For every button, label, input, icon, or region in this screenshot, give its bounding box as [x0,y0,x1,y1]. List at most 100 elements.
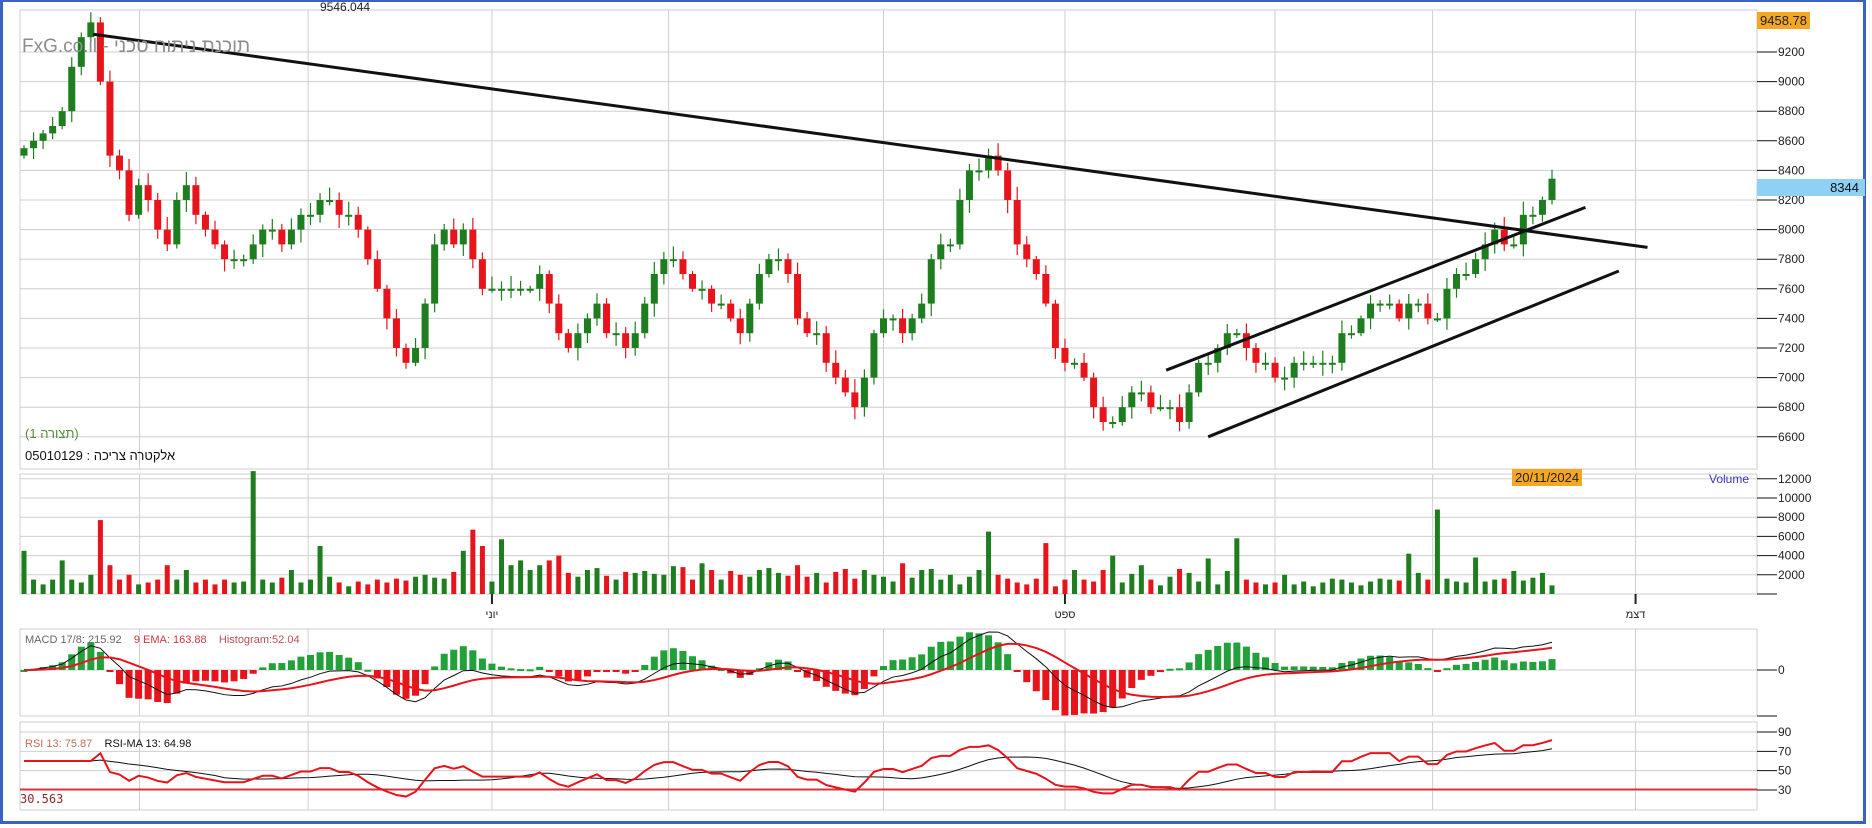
candle-up [908,318,916,334]
volume-bar [966,576,972,594]
candle-up [1347,333,1355,336]
month-label: ספט [1054,609,1075,621]
macd-histogram-bar [679,650,687,670]
instrument-code: 05010129 [25,448,83,463]
candle-up [173,200,181,245]
volume-bar [269,582,275,594]
chart-canvas[interactable]: יוני ספט דצמ920090008800860084008200800078… [0,0,1872,828]
candle-up [1510,244,1518,247]
macd-histogram-bar [985,635,993,670]
volume-bar [441,578,447,594]
volume-tick-label: 2000 [1778,568,1805,582]
volume-bar [546,560,552,594]
volume-bar [900,563,906,594]
candle-up [412,348,420,363]
candle-up [956,200,964,245]
macd-histogram-bar [307,654,314,670]
candle-up [755,274,763,304]
price-tick-label: 7400 [1778,311,1805,325]
rsi-tick-label: 90 [1778,725,1792,739]
macd-histogram-bar [1023,670,1031,683]
candle-up [946,244,954,247]
volume-bar [1177,569,1183,594]
macd-histogram-bar [1462,663,1470,670]
macd-histogram-bar [1166,668,1174,671]
candle-down [803,318,811,334]
price-tick-label: 7800 [1778,252,1805,266]
candle-up [1433,318,1441,321]
candle-down [402,348,410,363]
candle-up [1204,362,1212,365]
price-tick-label: 9000 [1778,75,1805,89]
volume-tick-label: 12000 [1778,472,1812,486]
volume-bar [852,578,858,594]
volume-bar [107,565,113,594]
candle-up [918,303,926,319]
macd-histogram-bar [1548,659,1556,670]
histogram-value: Histogram:52.04 [218,634,300,646]
macd-histogram-bar [631,670,639,672]
candle-up [1386,303,1394,306]
macd-histogram-bar [96,651,104,670]
macd-histogram-bar [268,663,276,670]
candle-up [230,259,238,262]
macd-histogram-bar [1137,670,1145,680]
volume-bar [155,579,161,594]
macd-histogram-bar [1290,666,1298,670]
volume-bar [298,582,304,594]
candle-up [1367,303,1375,319]
macd-histogram-bar [412,670,420,696]
price-tick-label: 8800 [1778,104,1805,118]
high-marker: 9458.78 [1757,12,1810,29]
volume-bar [422,574,428,594]
volume-bar [680,567,686,594]
candle-up [746,303,754,334]
volume-bar [1033,578,1039,594]
volume-bar [346,586,352,594]
volume-bar [1234,538,1240,594]
volume-bar [1272,582,1278,594]
candle-down [1023,244,1031,260]
macd-histogram-bar [908,657,916,670]
volume-bar [986,531,992,594]
candle-up [1472,259,1480,274]
candle-up [259,229,267,245]
volume-bar [909,577,915,594]
volume-bar [365,584,371,594]
volume-bar [489,581,495,594]
candle-up [1128,392,1136,408]
macd-histogram-bar [1538,661,1546,670]
candle-up [1529,214,1537,217]
candle-up [488,288,496,291]
macd-histogram-bar [431,666,439,670]
volume-bar [1072,570,1077,594]
candle-down [622,333,630,348]
volume-bar [308,579,313,594]
candle-up [1300,362,1308,365]
candle-up [249,244,257,260]
candle-up [526,288,534,291]
candle-up [182,185,190,200]
macd-histogram-bar [364,669,372,672]
volume-bar [957,584,963,594]
candle-up [1156,407,1164,410]
candle-up [574,333,582,348]
candle-up [1357,318,1365,334]
candle-up [1262,362,1269,365]
candle-down [383,288,391,319]
volume-bar [1253,582,1259,594]
candle-down [1099,407,1107,422]
volume-bar [59,560,65,594]
macd-histogram-bar [593,670,601,672]
volume-bar [78,582,84,594]
candle-down [727,303,735,319]
volume-bar [556,555,562,594]
candle-up [30,140,38,149]
candle-up [135,185,143,215]
macd-histogram-bar [106,670,114,672]
candle-down [841,377,849,393]
price-tick-label: 8600 [1778,134,1805,148]
panel-1 [19,473,1758,595]
rsi-ma-line [24,748,1553,789]
candle-up [765,259,773,274]
